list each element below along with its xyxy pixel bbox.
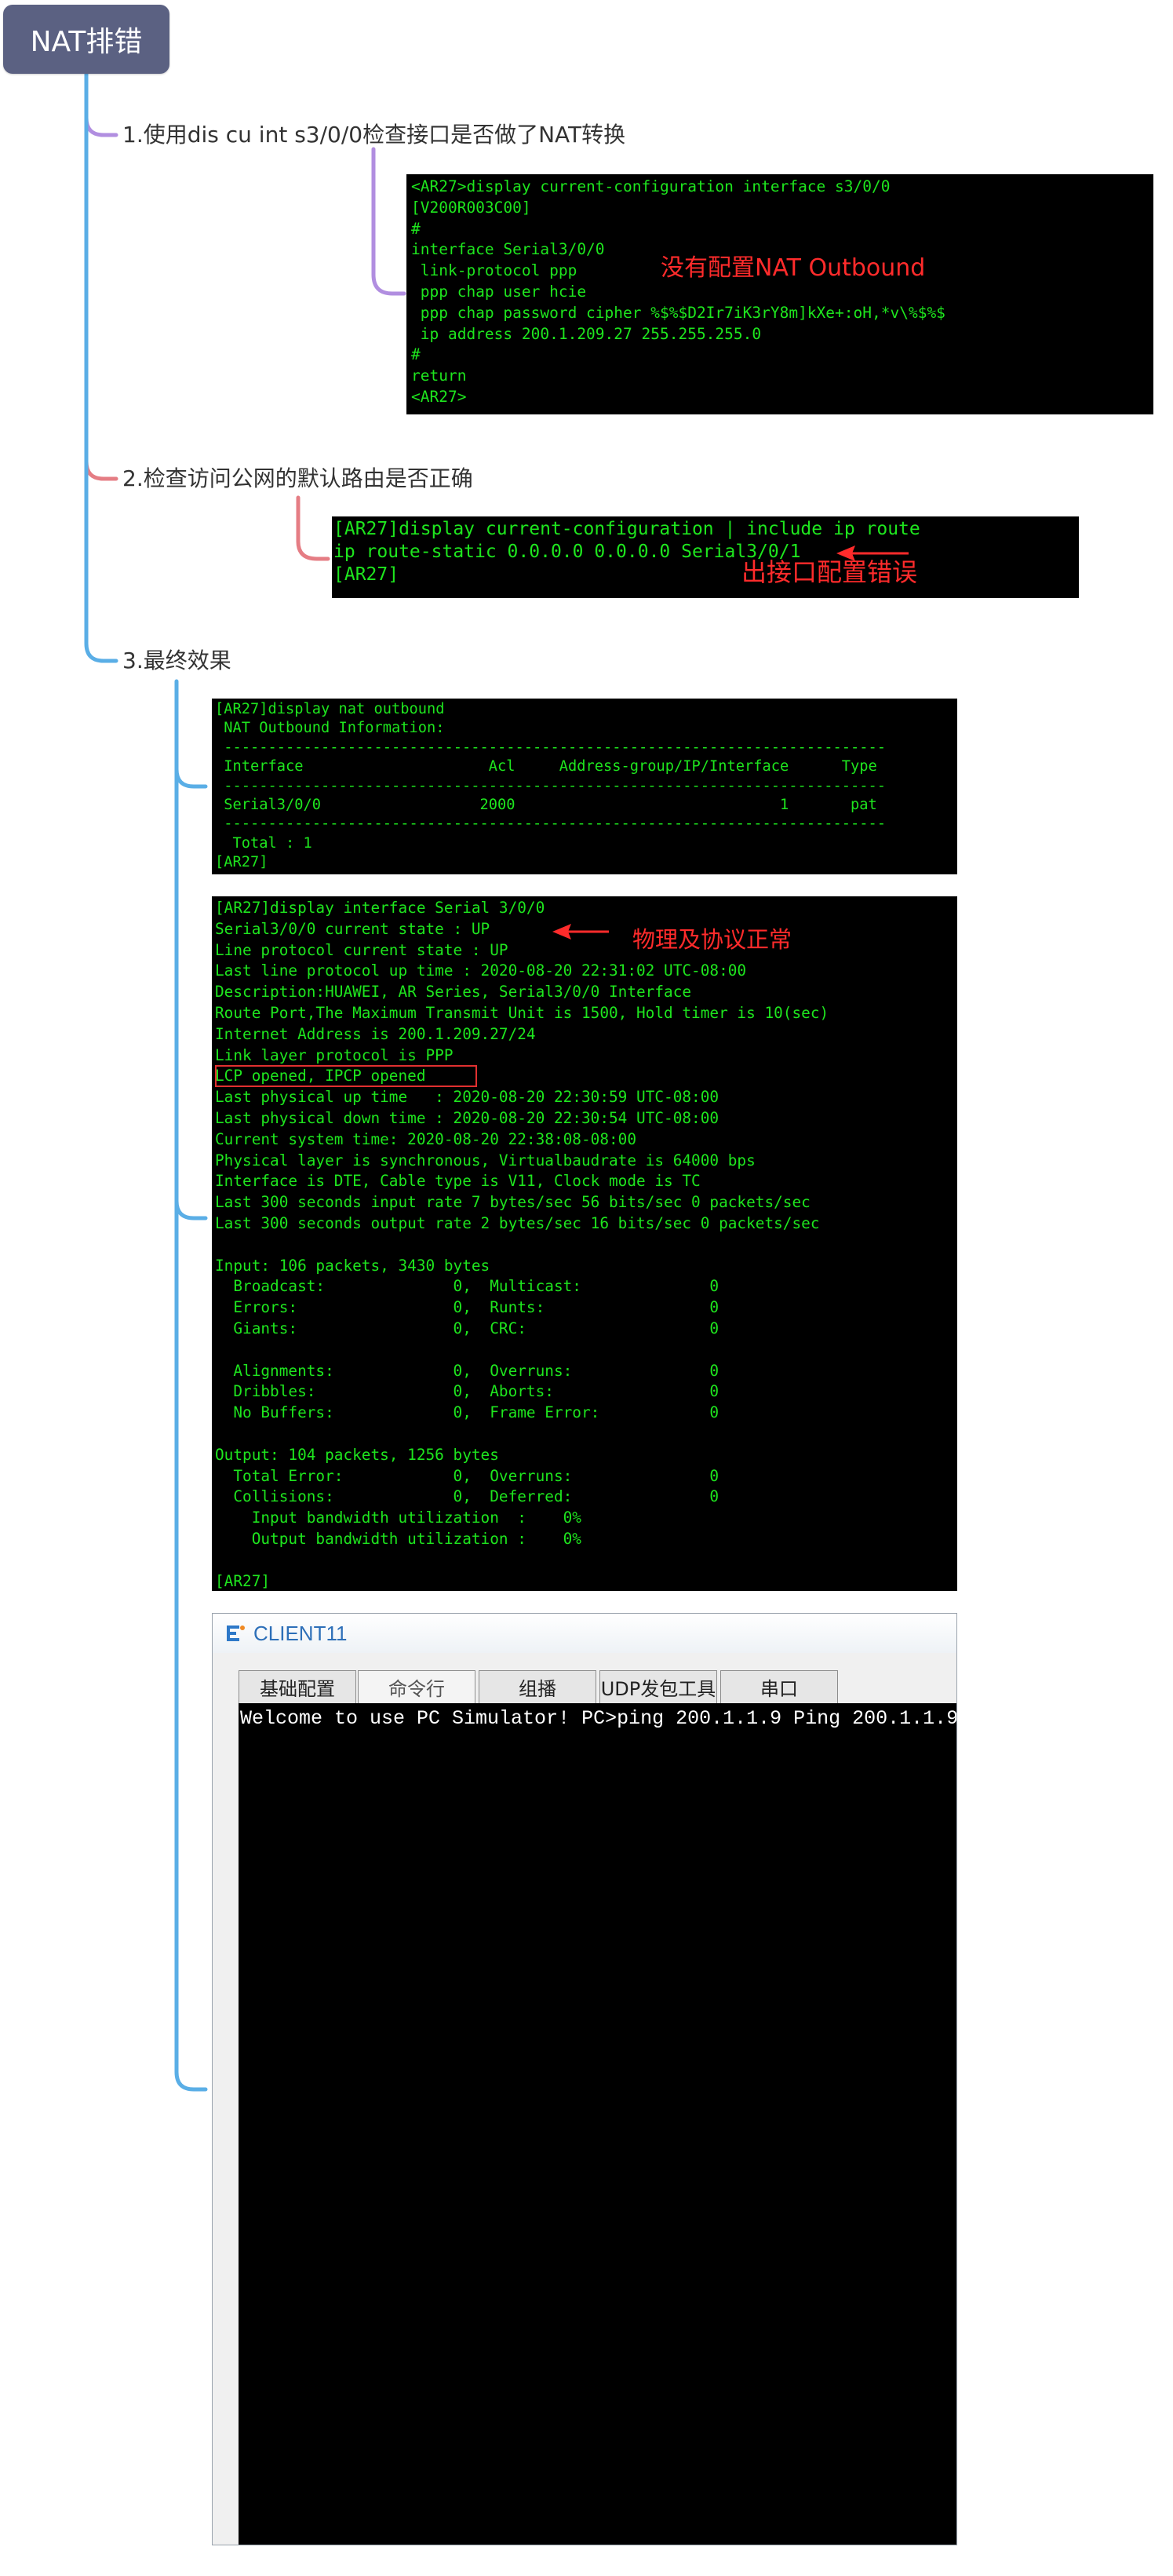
arrow-icon <box>836 545 909 561</box>
client-icon <box>227 1626 245 1641</box>
terminal-line: Giants: 0, CRC: 0 <box>215 1319 719 1337</box>
lcp-ipcp-highlight <box>215 1065 477 1087</box>
pc-command-output[interactable]: Welcome to use PC Simulator! PC>ping 200… <box>239 1703 957 2545</box>
connector-topic2-term2 <box>296 495 330 561</box>
tab-udp-tool[interactable]: UDP发包工具 <box>599 1670 717 1703</box>
terminal-line: ppp chap password cipher %$%$D2Ir7iK3rY8… <box>411 303 945 322</box>
terminal-line: [AR27]display interface Serial 3/0/0 <box>215 899 545 917</box>
terminal-line: Route Port,The Maximum Transmit Unit is … <box>215 1003 829 1022</box>
arrow-icon <box>552 924 609 940</box>
terminal-line: # <box>411 345 421 364</box>
terminal-line: No Buffers: 0, Frame Error: 0 <box>215 1403 719 1422</box>
window-titlebar: CLIENT11 <box>213 1614 956 1653</box>
terminal-line: Link layer protocol is PPP <box>215 1045 454 1064</box>
topic-label: 1.使用dis cu int s3/0/0检查接口是否做了NAT转换 <box>122 122 626 148</box>
connector-topic1-term1 <box>371 147 406 296</box>
terminal-line: Collisions: 0, Deferred: 0 <box>215 1487 719 1506</box>
terminal-line: <AR27>display current-configuration inte… <box>411 177 891 195</box>
terminal-line: Interface is DTE, Cable type is V11, Clo… <box>215 1172 701 1191</box>
root-title: NAT排错 <box>30 26 143 58</box>
terminal-line: Dribbles: 0, Aborts: 0 <box>215 1382 719 1401</box>
terminal-line: Last 300 seconds output rate 2 bytes/sec… <box>215 1213 820 1232</box>
terminal-line: [AR27]display nat outbound <box>215 701 445 717</box>
root-node[interactable]: NAT排错 <box>3 5 169 74</box>
tab-basic-config[interactable]: 基础配置 <box>239 1670 356 1703</box>
tab-serial[interactable]: 串口 <box>720 1670 838 1703</box>
topic-check-interface-nat[interactable]: 1.使用dis cu int s3/0/0检查接口是否做了NAT转换 <box>122 118 625 149</box>
topic-label: 3.最终效果 <box>122 648 231 673</box>
terminal-line: return <box>411 367 467 385</box>
topic-final-result[interactable]: 3.最终效果 <box>122 644 231 675</box>
topic-check-default-route[interactable]: 2.检查访问公网的默认路由是否正确 <box>122 462 473 493</box>
terminal-line: ppp chap user hcie <box>411 282 587 301</box>
connector-topic3-branch <box>174 679 208 2092</box>
annotation-no-nat-outbound: 没有配置NAT Outbound <box>661 254 926 282</box>
window-title: CLIENT11 <box>253 1622 348 1645</box>
connector-root-topic3 <box>84 71 118 663</box>
terminal-line: ip route-static 0.0.0.0 0.0.0.0 Serial3/… <box>333 542 801 562</box>
connector-root-topic1 <box>84 71 118 137</box>
terminal-line: Last physical up time : 2020-08-20 22:30… <box>215 1088 719 1107</box>
terminal-line: NAT Outbound Information: <box>215 720 445 737</box>
pc-simulator-window: CLIENT11 基础配置 命令行 组播 UDP发包工具 串口 Welcome … <box>212 1613 957 2545</box>
terminal-line: Welcome to use PC Simulator! <box>240 1707 570 1730</box>
connector-branch-term3 <box>174 767 208 789</box>
terminal-line: Output bandwidth utilization : 0% <box>215 1529 581 1548</box>
terminal-line: Alignments: 0, Overruns: 0 <box>215 1361 719 1380</box>
terminal-line: [AR27] <box>215 1571 271 1590</box>
terminal-line: Errors: 0, Runts: 0 <box>215 1298 719 1317</box>
annotation-physical-protocol-ok: 物理及协议正常 <box>632 926 792 953</box>
terminal-line: Total : 1 <box>215 834 312 852</box>
terminal-line: Input bandwidth utilization : 0% <box>215 1509 581 1527</box>
terminal-line: ----------------------------------------… <box>215 815 887 833</box>
tab-command-line[interactable]: 命令行 <box>358 1670 475 1703</box>
terminal-line: Input: 106 packets, 3430 bytes <box>215 1256 490 1275</box>
terminal-nat-outbound: [AR27]display nat outbound NAT Outbound … <box>212 699 957 874</box>
terminal-interface-status: [AR27]display interface Serial 3/0/0 Seri… <box>212 896 957 1591</box>
terminal-line: Broadcast: 0, Multicast: 0 <box>215 1277 719 1296</box>
terminal-line: Interface Acl Address-group/IP/Interface… <box>215 758 877 775</box>
terminal-line: Output: 104 packets, 1256 bytes <box>215 1445 499 1464</box>
terminal-route-config: [AR27]display current-configuration | in… <box>332 516 1079 598</box>
connector-branch-term4 <box>174 1199 208 1220</box>
terminal-line: PC>ping 200.1.1.9 <box>581 1707 782 1730</box>
terminal-line: [AR27] <box>215 854 268 871</box>
terminal-line: ----------------------------------------… <box>215 739 887 756</box>
terminal-line: [AR27] <box>333 564 399 585</box>
terminal-line: Last 300 seconds input rate 7 bytes/sec … <box>215 1193 811 1212</box>
terminal-line: Description:HUAWEI, AR Series, Serial3/0… <box>215 983 692 1002</box>
tab-multicast[interactable]: 组播 <box>479 1670 596 1703</box>
terminal-line: Last physical down time : 2020-08-20 22:… <box>215 1108 719 1127</box>
terminal-line: Last line protocol up time : 2020-08-20 … <box>215 961 747 980</box>
terminal-line: Physical layer is synchronous, Virtualba… <box>215 1151 756 1169</box>
terminal-line: ----------------------------------------… <box>215 777 887 794</box>
terminal-line: Total Error: 0, Overruns: 0 <box>215 1466 719 1485</box>
terminal-line: [AR27]display current-configuration | in… <box>333 519 920 539</box>
topic-label: 2.检查访问公网的默认路由是否正确 <box>122 465 473 491</box>
tab-bar: 基础配置 命令行 组播 UDP发包工具 串口 <box>213 1670 956 1703</box>
terminal-line: Serial3/0/0 2000 1 pat <box>215 797 877 814</box>
terminal-line: # <box>411 219 421 238</box>
terminal-interface-config: <AR27>display current-configuration inte… <box>406 174 1153 414</box>
terminal-line: Current system time: 2020-08-20 22:38:08… <box>215 1129 637 1148</box>
terminal-line: [V200R003C00] <box>411 198 531 217</box>
terminal-line: Ping 200.1.1.9: 32 data bytes, Press Ctr… <box>793 1707 957 1730</box>
terminal-line: ip address 200.1.209.27 255.255.255.0 <box>411 324 762 343</box>
terminal-line: <AR27> <box>411 387 467 406</box>
terminal-line: Internet Address is 200.1.209.27/24 <box>215 1024 536 1043</box>
